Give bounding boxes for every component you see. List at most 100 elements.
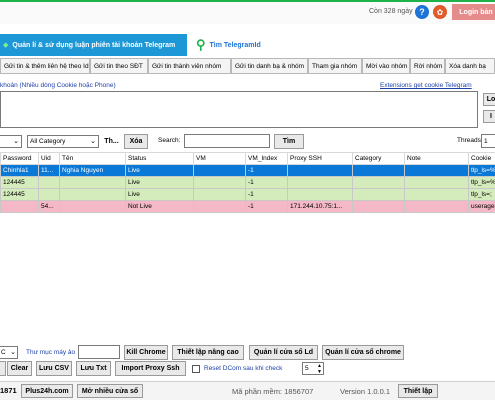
threads-input[interactable]: 1 — [481, 134, 495, 148]
tab-send-group-members[interactable]: Gửi tin thành viên nhóm — [148, 58, 231, 73]
check-button[interactable] — [0, 361, 6, 376]
table-cell — [193, 200, 246, 213]
tab-send-contacts-groups[interactable]: Gửi tin danh bạ & nhóm — [231, 58, 308, 73]
c-dropdown[interactable]: C ⌄ — [0, 346, 18, 359]
table-cell — [287, 176, 353, 189]
import-button[interactable]: I — [483, 110, 495, 123]
table-cell: Live — [125, 188, 194, 201]
threads-value: 1 — [484, 137, 488, 145]
tab-invite-group[interactable]: Mời vào nhóm — [362, 58, 410, 73]
spinner-icon[interactable]: ▲ ▼ — [317, 363, 322, 375]
tab-send-by-phone[interactable]: Gửi tin theo SĐT — [90, 58, 148, 73]
plus24h-button[interactable]: Plus24h.com — [21, 384, 73, 398]
table-cell — [352, 164, 405, 177]
table-cell — [404, 200, 469, 213]
table-row[interactable]: Chinhla1 11... Nghia Nguyen Live -1 tlp_… — [0, 164, 495, 177]
table-cell: tlp_ls=; — [468, 188, 495, 201]
reset-dcom-input[interactable]: 5 ▲ ▼ — [302, 362, 324, 375]
chevron-down-icon: ⌄ — [13, 138, 19, 145]
table-cell: 124445 — [0, 176, 39, 189]
settings-icon[interactable]: ✿ — [433, 5, 447, 19]
load-button[interactable]: Lo — [483, 93, 495, 106]
vm-folder-input[interactable] — [78, 345, 120, 359]
table-cell — [59, 188, 126, 201]
table-row[interactable]: 124445 Live -1 tlp_ls=% — [0, 176, 495, 189]
column-header[interactable]: VM_Index — [245, 152, 288, 165]
get-cookie-extension-link[interactable]: Extensions get cookie Telegram — [380, 82, 472, 89]
find-button[interactable]: Tìm — [274, 134, 304, 149]
search-icon: ⚲ — [196, 37, 206, 52]
column-header[interactable]: VM — [193, 152, 246, 165]
table-cell: Not Live — [125, 200, 194, 213]
save-csv-button[interactable]: Lưu CSV — [36, 361, 72, 376]
table-cell: 124445 — [0, 188, 39, 201]
table-cell — [287, 164, 353, 177]
category-value: All Category — [30, 138, 66, 145]
column-header[interactable]: Category — [352, 152, 405, 165]
tab-join-group[interactable]: Tham gia nhóm — [308, 58, 362, 73]
reset-dcom-value: 5 — [305, 365, 309, 372]
clear-button[interactable]: Clear — [7, 361, 32, 376]
category-dropdown[interactable]: All Category ⌄ — [27, 135, 99, 148]
search-input[interactable] — [184, 134, 270, 148]
delete-button[interactable]: Xóa — [124, 134, 148, 149]
manage-accounts-tab[interactable]: ◆ Quản lí & sử dụng luận phiên tài khoản… — [0, 34, 187, 56]
accounts-table: Password Uid Tên Status VM VM_Index Prox… — [0, 152, 495, 213]
manage-chrome-window-button[interactable]: Quản lí cửa sổ chrome — [322, 345, 404, 360]
column-header[interactable]: Status — [125, 152, 194, 165]
import-proxy-ssh-button[interactable]: Import Proxy Ssh — [115, 361, 186, 376]
table-cell: tlp_ls=% — [468, 176, 495, 189]
tab-leave-group[interactable]: Rời nhóm — [410, 58, 445, 73]
column-header[interactable]: Tên — [59, 152, 126, 165]
days-left-label: Còn 328 ngày — [369, 8, 413, 15]
manage-accounts-label: Quản lí & sử dụng luận phiên tài khoản T… — [12, 41, 176, 49]
advanced-settings-button[interactable]: Thiết lập nâng cao — [172, 345, 244, 360]
software-code-label: Mã phần mềm: 1856707 — [232, 387, 314, 396]
tab-delete-contacts[interactable]: Xóa danh bạ — [445, 58, 495, 73]
table-cell: Live — [125, 164, 194, 177]
table-cell — [287, 188, 353, 201]
footer-number: 1871 — [0, 386, 17, 395]
table-row[interactable]: 54... Not Live -1 171.244.10.75:1... use… — [0, 200, 495, 213]
column-header[interactable]: Uid — [38, 152, 60, 165]
reset-dcom-checkbox[interactable] — [192, 365, 200, 373]
manage-ld-window-button[interactable]: Quản lí cửa sổ Ld — [249, 345, 318, 360]
login-button[interactable]: Login bản — [452, 4, 495, 20]
column-header[interactable]: Cookie — [468, 152, 495, 165]
table-header-row: Password Uid Tên Status VM VM_Index Prox… — [0, 152, 495, 165]
status-filter-dropdown[interactable]: ⌄ — [0, 135, 22, 148]
save-txt-button[interactable]: Lưu Txt — [76, 361, 111, 376]
tab-send-by-id[interactable]: Gửi tin & thêm liên hệ theo Id — [0, 58, 90, 73]
column-header[interactable]: Password — [0, 152, 39, 165]
settings-button[interactable]: Thiết lập — [398, 384, 438, 398]
table-cell: Chinhla1 — [0, 164, 39, 177]
th-button[interactable]: Th... — [101, 134, 122, 149]
table-cell — [59, 200, 126, 213]
reset-dcom-label: Reset DCom sau khi check — [204, 365, 283, 372]
table-cell — [193, 176, 246, 189]
open-multiple-windows-button[interactable]: Mở nhiều cửa sổ — [77, 384, 143, 398]
table-cell: -1 — [245, 176, 288, 189]
accounts-table-container: Password Uid Tên Status VM VM_Index Prox… — [0, 152, 495, 340]
column-header[interactable]: Proxy SSH — [287, 152, 353, 165]
chevron-down-icon: ⌄ — [90, 138, 96, 145]
kill-chrome-button[interactable]: Kill Chrome — [124, 345, 168, 360]
chevron-down-icon: ⌄ — [10, 349, 16, 356]
table-cell — [193, 164, 246, 177]
help-icon[interactable]: ? — [415, 5, 429, 19]
table-cell: useragen — [468, 200, 495, 213]
table-cell: -1 — [245, 164, 288, 177]
table-cell — [193, 188, 246, 201]
table-row[interactable]: 124445 Live -1 tlp_ls=; — [0, 188, 495, 201]
table-cell: -1 — [245, 188, 288, 201]
table-cell — [352, 176, 405, 189]
table-cell: tlp_ls=% — [468, 164, 495, 177]
table-cell: 54... — [38, 200, 60, 213]
column-header[interactable]: Note — [404, 152, 469, 165]
table-cell — [404, 164, 469, 177]
cookie-textarea[interactable] — [0, 91, 478, 128]
table-cell — [352, 188, 405, 201]
find-telegram-id-tab[interactable]: ⚲ Tìm TelegramId — [196, 35, 316, 55]
table-cell — [38, 176, 60, 189]
search-label: Search: — [158, 137, 181, 144]
